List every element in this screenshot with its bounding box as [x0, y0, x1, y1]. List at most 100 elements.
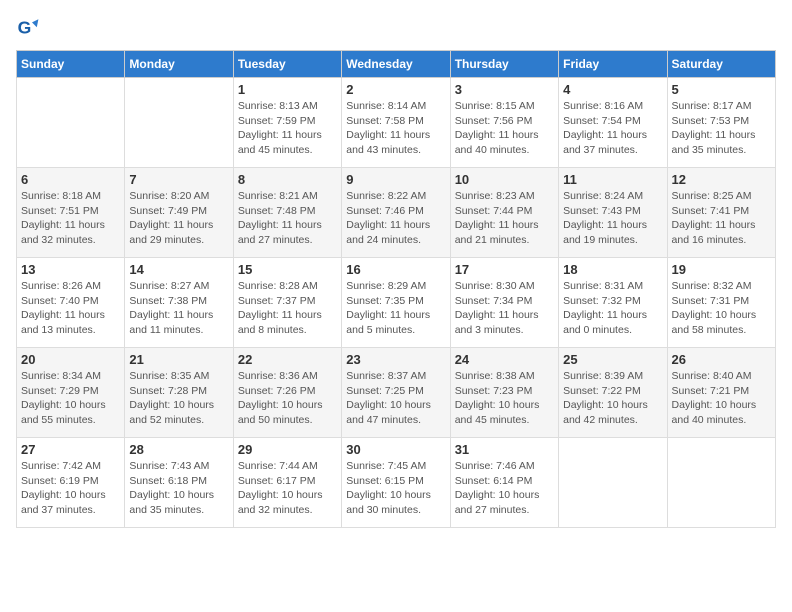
day-number: 1: [238, 82, 337, 97]
day-info: Sunrise: 8:13 AM Sunset: 7:59 PM Dayligh…: [238, 99, 337, 158]
calendar-header-cell: Thursday: [450, 51, 558, 78]
day-number: 15: [238, 262, 337, 277]
day-number: 11: [563, 172, 662, 187]
calendar-cell: 24 Sunrise: 8:38 AM Sunset: 7:23 PM Dayli…: [450, 348, 558, 438]
day-info: Sunrise: 7:46 AM Sunset: 6:14 PM Dayligh…: [455, 459, 554, 518]
day-number: 29: [238, 442, 337, 457]
calendar-week-row: 1 Sunrise: 8:13 AM Sunset: 7:59 PM Daylig…: [17, 78, 776, 168]
day-info: Sunrise: 8:30 AM Sunset: 7:34 PM Dayligh…: [455, 279, 554, 338]
day-number: 22: [238, 352, 337, 367]
calendar-week-row: 13 Sunrise: 8:26 AM Sunset: 7:40 PM Dayli…: [17, 258, 776, 348]
day-number: 25: [563, 352, 662, 367]
calendar-cell: 9Sunrise: 8:22 AM Sunset: 7:46 PM Daylig…: [342, 168, 450, 258]
calendar-cell: 31 Sunrise: 7:46 AM Sunset: 6:14 PM Dayli…: [450, 438, 558, 528]
calendar-cell: 28 Sunrise: 7:43 AM Sunset: 6:18 PM Dayli…: [125, 438, 233, 528]
day-number: 14: [129, 262, 228, 277]
day-number: 24: [455, 352, 554, 367]
calendar-cell: 26 Sunrise: 8:40 AM Sunset: 7:21 PM Dayli…: [667, 348, 775, 438]
day-number: 5: [672, 82, 771, 97]
calendar-cell: 1 Sunrise: 8:13 AM Sunset: 7:59 PM Daylig…: [233, 78, 341, 168]
calendar-cell: 25Sunrise: 8:39 AM Sunset: 7:22 PM Dayli…: [559, 348, 667, 438]
calendar-cell: 4Sunrise: 8:16 AM Sunset: 7:54 PM Daylig…: [559, 78, 667, 168]
calendar-week-row: 6 Sunrise: 8:18 AM Sunset: 7:51 PM Daylig…: [17, 168, 776, 258]
day-info: Sunrise: 8:18 AM Sunset: 7:51 PM Dayligh…: [21, 189, 120, 248]
calendar-cell: 2 Sunrise: 8:14 AM Sunset: 7:58 PM Daylig…: [342, 78, 450, 168]
day-number: 7: [129, 172, 228, 187]
calendar-cell: 11 Sunrise: 8:24 AM Sunset: 7:43 PM Dayli…: [559, 168, 667, 258]
day-info: Sunrise: 8:40 AM Sunset: 7:21 PM Dayligh…: [672, 369, 771, 428]
day-info: Sunrise: 7:42 AM Sunset: 6:19 PM Dayligh…: [21, 459, 120, 518]
calendar-cell: 13 Sunrise: 8:26 AM Sunset: 7:40 PM Dayli…: [17, 258, 125, 348]
day-info: Sunrise: 7:44 AM Sunset: 6:17 PM Dayligh…: [238, 459, 337, 518]
day-number: 23: [346, 352, 445, 367]
day-number: 26: [672, 352, 771, 367]
calendar-header-cell: Wednesday: [342, 51, 450, 78]
day-number: 3: [455, 82, 554, 97]
calendar-week-row: 27 Sunrise: 7:42 AM Sunset: 6:19 PM Dayli…: [17, 438, 776, 528]
day-number: 30: [346, 442, 445, 457]
day-number: 21: [129, 352, 228, 367]
svg-text:G: G: [18, 18, 32, 38]
day-number: 18: [563, 262, 662, 277]
day-number: 28: [129, 442, 228, 457]
day-number: 31: [455, 442, 554, 457]
calendar-cell: 22 Sunrise: 8:36 AM Sunset: 7:26 PM Dayli…: [233, 348, 341, 438]
day-info: Sunrise: 8:15 AM Sunset: 7:56 PM Dayligh…: [455, 99, 554, 158]
calendar-header-cell: Friday: [559, 51, 667, 78]
logo: G: [16, 16, 44, 40]
calendar-cell: 15 Sunrise: 8:28 AM Sunset: 7:37 PM Dayli…: [233, 258, 341, 348]
calendar-cell: 30Sunrise: 7:45 AM Sunset: 6:15 PM Dayli…: [342, 438, 450, 528]
calendar-cell: 5 Sunrise: 8:17 AM Sunset: 7:53 PM Daylig…: [667, 78, 775, 168]
calendar-cell: 6 Sunrise: 8:18 AM Sunset: 7:51 PM Daylig…: [17, 168, 125, 258]
day-info: Sunrise: 8:25 AM Sunset: 7:41 PM Dayligh…: [672, 189, 771, 248]
day-number: 20: [21, 352, 120, 367]
day-info: Sunrise: 8:29 AM Sunset: 7:35 PM Dayligh…: [346, 279, 445, 338]
calendar-week-row: 20 Sunrise: 8:34 AM Sunset: 7:29 PM Dayli…: [17, 348, 776, 438]
calendar-cell: [559, 438, 667, 528]
day-info: Sunrise: 7:43 AM Sunset: 6:18 PM Dayligh…: [129, 459, 228, 518]
calendar-body: 1 Sunrise: 8:13 AM Sunset: 7:59 PM Daylig…: [17, 78, 776, 528]
day-number: 12: [672, 172, 771, 187]
day-number: 6: [21, 172, 120, 187]
calendar-cell: 16 Sunrise: 8:29 AM Sunset: 7:35 PM Dayli…: [342, 258, 450, 348]
day-number: 16: [346, 262, 445, 277]
day-info: Sunrise: 8:26 AM Sunset: 7:40 PM Dayligh…: [21, 279, 120, 338]
day-info: Sunrise: 8:20 AM Sunset: 7:49 PM Dayligh…: [129, 189, 228, 248]
day-info: Sunrise: 8:37 AM Sunset: 7:25 PM Dayligh…: [346, 369, 445, 428]
calendar-cell: 18Sunrise: 8:31 AM Sunset: 7:32 PM Dayli…: [559, 258, 667, 348]
calendar-cell: 14 Sunrise: 8:27 AM Sunset: 7:38 PM Dayli…: [125, 258, 233, 348]
day-number: 27: [21, 442, 120, 457]
day-number: 13: [21, 262, 120, 277]
day-info: Sunrise: 8:14 AM Sunset: 7:58 PM Dayligh…: [346, 99, 445, 158]
calendar-cell: [667, 438, 775, 528]
day-info: Sunrise: 8:38 AM Sunset: 7:23 PM Dayligh…: [455, 369, 554, 428]
day-number: 2: [346, 82, 445, 97]
calendar-cell: 7 Sunrise: 8:20 AM Sunset: 7:49 PM Daylig…: [125, 168, 233, 258]
logo-icon: G: [16, 16, 40, 40]
calendar-header-cell: Saturday: [667, 51, 775, 78]
calendar-header-cell: Monday: [125, 51, 233, 78]
calendar-cell: 19 Sunrise: 8:32 AM Sunset: 7:31 PM Dayli…: [667, 258, 775, 348]
day-info: Sunrise: 8:28 AM Sunset: 7:37 PM Dayligh…: [238, 279, 337, 338]
day-info: Sunrise: 8:32 AM Sunset: 7:31 PM Dayligh…: [672, 279, 771, 338]
header: G: [16, 16, 776, 40]
day-info: Sunrise: 8:17 AM Sunset: 7:53 PM Dayligh…: [672, 99, 771, 158]
day-info: Sunrise: 8:36 AM Sunset: 7:26 PM Dayligh…: [238, 369, 337, 428]
calendar-table: SundayMondayTuesdayWednesdayThursdayFrid…: [16, 50, 776, 528]
calendar-cell: 3 Sunrise: 8:15 AM Sunset: 7:56 PM Daylig…: [450, 78, 558, 168]
calendar-header-cell: Sunday: [17, 51, 125, 78]
calendar-cell: 20 Sunrise: 8:34 AM Sunset: 7:29 PM Dayli…: [17, 348, 125, 438]
calendar-cell: 12 Sunrise: 8:25 AM Sunset: 7:41 PM Dayli…: [667, 168, 775, 258]
day-info: Sunrise: 8:34 AM Sunset: 7:29 PM Dayligh…: [21, 369, 120, 428]
day-info: Sunrise: 8:24 AM Sunset: 7:43 PM Dayligh…: [563, 189, 662, 248]
day-number: 9: [346, 172, 445, 187]
day-number: 19: [672, 262, 771, 277]
day-number: 10: [455, 172, 554, 187]
day-info: Sunrise: 8:16 AM Sunset: 7:54 PM Dayligh…: [563, 99, 662, 158]
calendar-cell: 29 Sunrise: 7:44 AM Sunset: 6:17 PM Dayli…: [233, 438, 341, 528]
day-info: Sunrise: 8:21 AM Sunset: 7:48 PM Dayligh…: [238, 189, 337, 248]
calendar-cell: 27 Sunrise: 7:42 AM Sunset: 6:19 PM Dayli…: [17, 438, 125, 528]
day-info: Sunrise: 8:27 AM Sunset: 7:38 PM Dayligh…: [129, 279, 228, 338]
calendar-cell: 21Sunrise: 8:35 AM Sunset: 7:28 PM Dayli…: [125, 348, 233, 438]
day-number: 8: [238, 172, 337, 187]
